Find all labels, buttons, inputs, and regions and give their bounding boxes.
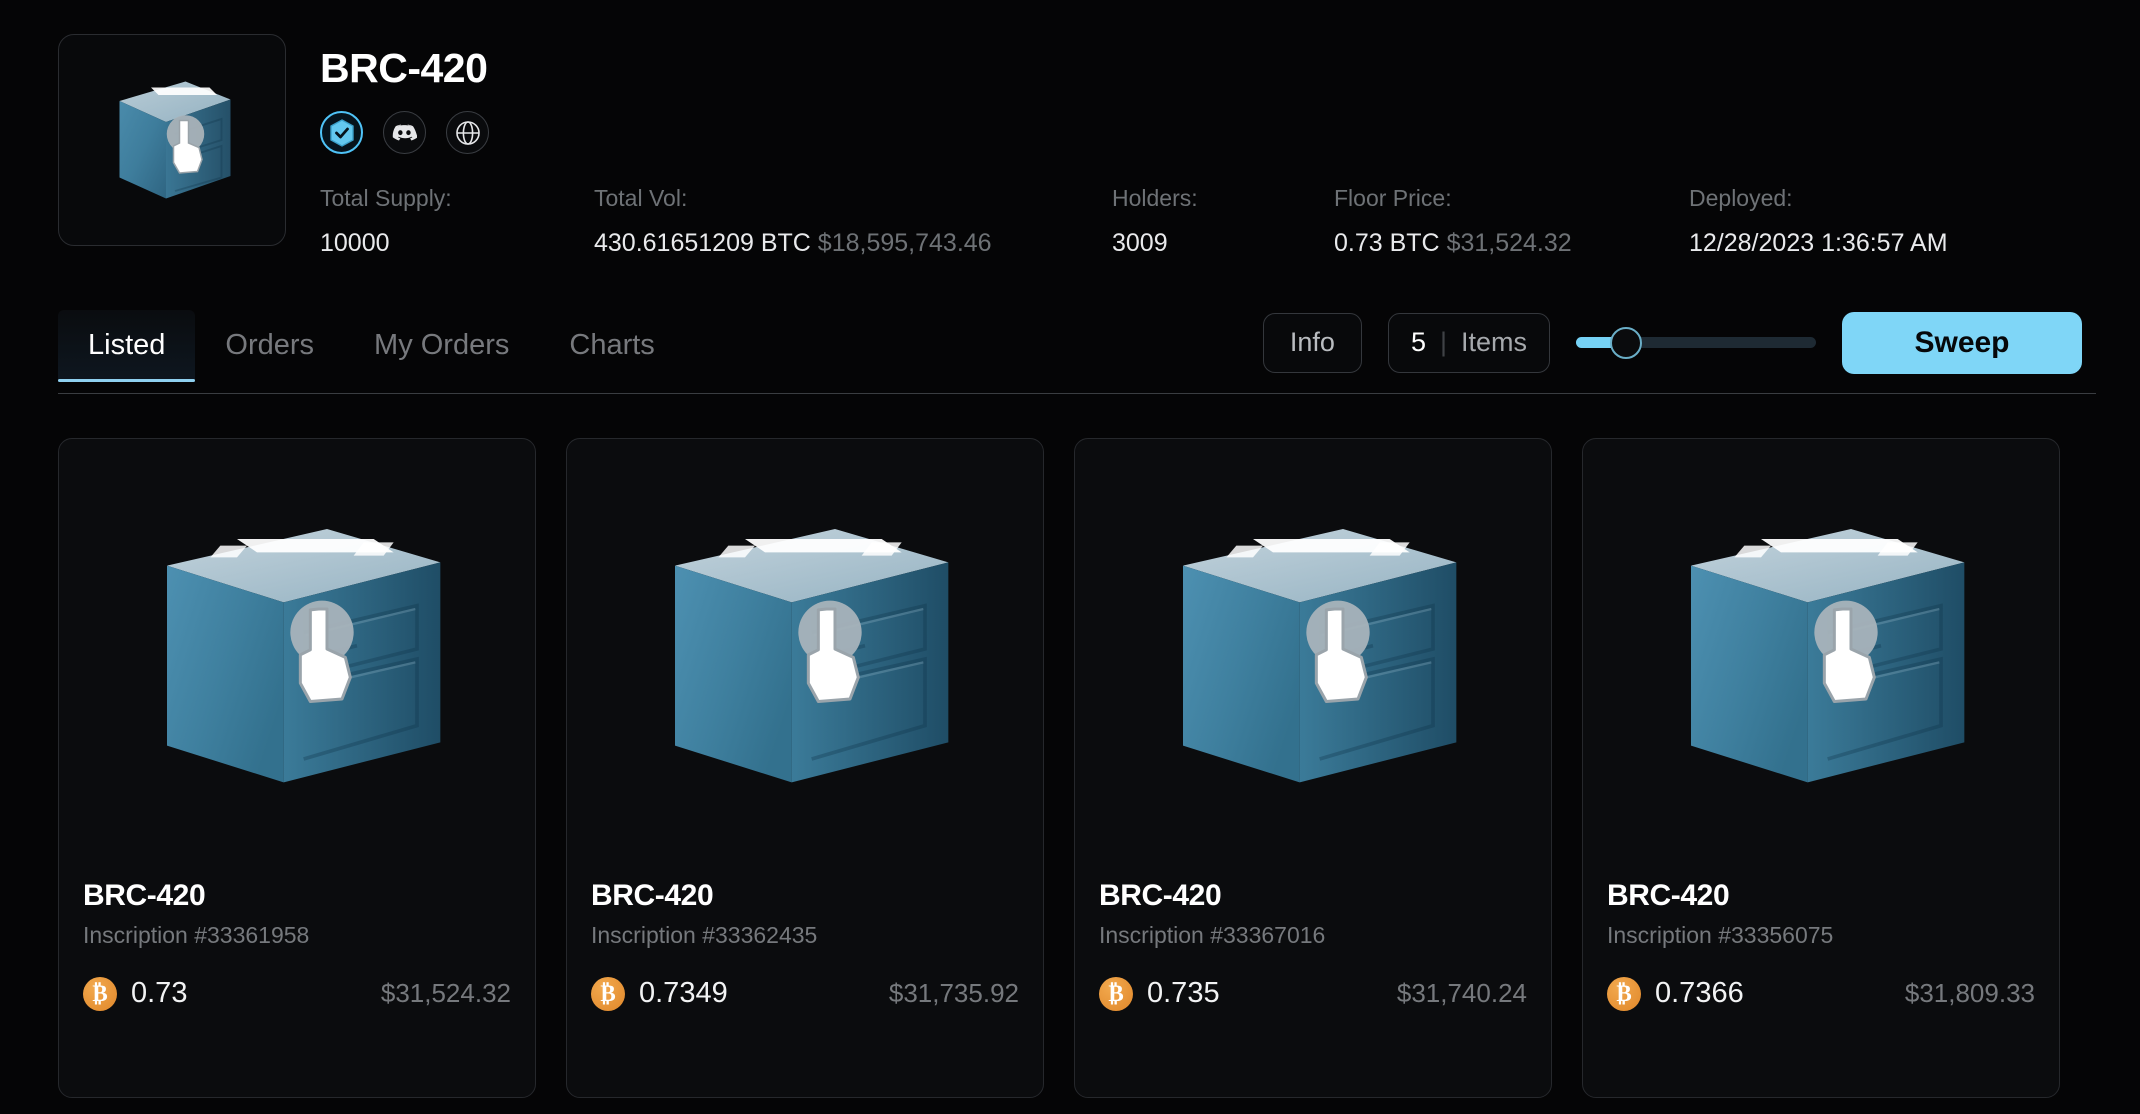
card-body: BRC-420 Inscription #33367016 ₿ 0.735 $3… — [1075, 879, 1551, 1011]
tab-listed[interactable]: Listed — [58, 309, 196, 382]
collection-thumbnail[interactable] — [58, 34, 286, 246]
card-artwork — [567, 439, 1043, 879]
card-artwork — [1075, 439, 1551, 879]
discord-link[interactable] — [383, 111, 426, 154]
listing-card[interactable]: BRC-420 Inscription #33362435 ₿ 0.7349 $… — [566, 437, 1044, 1098]
card-artwork — [1583, 439, 2059, 879]
stat-primary: 3009 — [1112, 228, 1168, 257]
card-title: BRC-420 — [1099, 878, 1222, 912]
listing-card[interactable]: BRC-420 Inscription #33361958 ₿ 0.73 $31… — [58, 437, 536, 1098]
discord-icon — [392, 124, 417, 140]
toolbar-controls: Info 5 | Items Sweep — [1262, 311, 2082, 374]
stat-total-supply: Total Supply: 10000 — [320, 184, 594, 258]
stat-label: Total Vol: — [594, 185, 688, 211]
stat-holders: Holders: 3009 — [1112, 184, 1334, 258]
card-body: BRC-420 Inscription #33356075 ₿ 0.7366 $… — [1583, 879, 2059, 1011]
bitcoin-icon: ₿ — [1099, 976, 1133, 1011]
brc420-box-icon — [167, 528, 441, 783]
card-price-row: ₿ 0.7366 $31,809.33 — [1607, 976, 2035, 1011]
brc420-box-icon — [119, 81, 231, 199]
page-title: BRC-420 — [320, 45, 488, 91]
slider-thumb[interactable] — [1609, 326, 1642, 359]
collection-page: BRC-420 Total Supply: 10000 Total Vol: 4… — [0, 0, 2140, 1114]
collection-stats: Total Supply: 10000 Total Vol: 430.61651… — [320, 184, 1948, 258]
stat-label: Deployed: — [1689, 185, 1793, 211]
stat-value: 10000 — [320, 229, 594, 258]
tab-charts[interactable]: Charts — [539, 310, 684, 382]
card-price-usd: $31,735.92 — [888, 978, 1019, 1009]
stat-primary: 430.61651209 BTC — [594, 228, 811, 257]
card-price-btc-group: ₿ 0.7366 — [1607, 976, 1744, 1011]
card-price-btc: 0.7366 — [1655, 977, 1744, 1010]
bitcoin-icon: ₿ — [1607, 976, 1641, 1011]
website-link[interactable] — [446, 111, 489, 154]
stat-primary: 10000 — [320, 228, 390, 257]
card-inscription: Inscription #33362435 — [591, 921, 818, 948]
stat-total-vol: Total Vol: 430.61651209 BTC $18,595,743.… — [594, 184, 1112, 258]
stat-floor-price: Floor Price: 0.73 BTC $31,524.32 — [1334, 184, 1689, 258]
items-count-value: 5 — [1410, 327, 1426, 358]
brc420-box-icon — [675, 528, 949, 783]
card-title: BRC-420 — [591, 878, 714, 912]
stat-value: 430.61651209 BTC $18,595,743.46 — [594, 229, 1112, 258]
card-body: BRC-420 Inscription #33361958 ₿ 0.73 $31… — [59, 879, 535, 1011]
listing-card[interactable]: BRC-420 Inscription #33367016 ₿ 0.735 $3… — [1074, 437, 1552, 1098]
tab-bar: Listed Orders My Orders Charts — [58, 304, 685, 382]
card-price-row: ₿ 0.7349 $31,735.92 — [591, 976, 1019, 1011]
card-price-usd: $31,809.33 — [1904, 978, 2035, 1009]
collection-header: BRC-420 Total Supply: 10000 Total Vol: 4… — [0, 0, 2140, 258]
card-price-btc-group: ₿ 0.735 — [1099, 976, 1220, 1011]
card-price-usd: $31,524.32 — [380, 978, 511, 1009]
stat-deployed: Deployed: 12/28/2023 1:36:57 AM — [1689, 184, 1948, 258]
stat-label: Floor Price: — [1334, 185, 1452, 211]
card-title: BRC-420 — [1607, 878, 1730, 912]
listing-grid: BRC-420 Inscription #33361958 ₿ 0.73 $31… — [0, 404, 2140, 1098]
bitcoin-icon: ₿ — [83, 976, 117, 1011]
tab-orders[interactable]: Orders — [195, 310, 344, 382]
stat-label: Total Supply: — [320, 185, 452, 211]
card-price-row: ₿ 0.73 $31,524.32 — [83, 976, 511, 1011]
card-price-btc: 0.73 — [131, 977, 188, 1010]
card-price-btc: 0.7349 — [639, 977, 728, 1010]
items-unit-label: Items — [1460, 327, 1527, 358]
stat-secondary: $31,524.32 — [1446, 228, 1572, 257]
card-artwork — [59, 439, 535, 879]
brc420-box-icon — [1183, 528, 1457, 783]
card-inscription: Inscription #33361958 — [83, 921, 310, 948]
listing-toolbar: Listed Orders My Orders Charts Info 5 | … — [0, 304, 2140, 394]
stat-primary: 12/28/2023 1:36:57 AM — [1689, 228, 1948, 257]
collection-info: BRC-420 Total Supply: 10000 Total Vol: 4… — [320, 34, 1948, 258]
card-body: BRC-420 Inscription #33362435 ₿ 0.7349 $… — [567, 879, 1043, 1011]
card-title: BRC-420 — [83, 878, 206, 912]
stat-value: 3009 — [1112, 229, 1334, 258]
info-button[interactable]: Info — [1262, 312, 1362, 373]
listing-card[interactable]: BRC-420 Inscription #33356075 ₿ 0.7366 $… — [1582, 437, 2060, 1098]
items-count-field[interactable]: 5 | Items — [1387, 312, 1550, 373]
verified-shield-icon — [329, 118, 354, 147]
card-inscription: Inscription #33367016 — [1099, 921, 1326, 948]
toolbar-divider — [58, 392, 2096, 394]
card-price-btc-group: ₿ 0.73 — [83, 976, 188, 1011]
items-divider: | — [1439, 327, 1447, 358]
stat-secondary: $18,595,743.46 — [817, 228, 992, 257]
brc420-box-icon — [1691, 528, 1965, 783]
bitcoin-icon: ₿ — [591, 976, 625, 1011]
card-price-btc: 0.735 — [1147, 977, 1220, 1010]
card-price-btc-group: ₿ 0.7349 — [591, 976, 728, 1011]
card-inscription: Inscription #33356075 — [1607, 921, 1834, 948]
verified-badge[interactable] — [320, 111, 363, 154]
stat-value: 12/28/2023 1:36:57 AM — [1689, 229, 1948, 258]
stat-label: Holders: — [1112, 185, 1198, 211]
stat-value: 0.73 BTC $31,524.32 — [1334, 229, 1689, 258]
collection-badges — [320, 111, 1948, 154]
sweep-button[interactable]: Sweep — [1842, 311, 2082, 374]
sweep-amount-slider[interactable] — [1576, 321, 1816, 365]
card-price-usd: $31,740.24 — [1396, 978, 1527, 1009]
card-price-row: ₿ 0.735 $31,740.24 — [1099, 976, 1527, 1011]
stat-primary: 0.73 BTC — [1334, 228, 1440, 257]
tab-my-orders[interactable]: My Orders — [344, 310, 539, 382]
globe-icon — [455, 120, 480, 145]
